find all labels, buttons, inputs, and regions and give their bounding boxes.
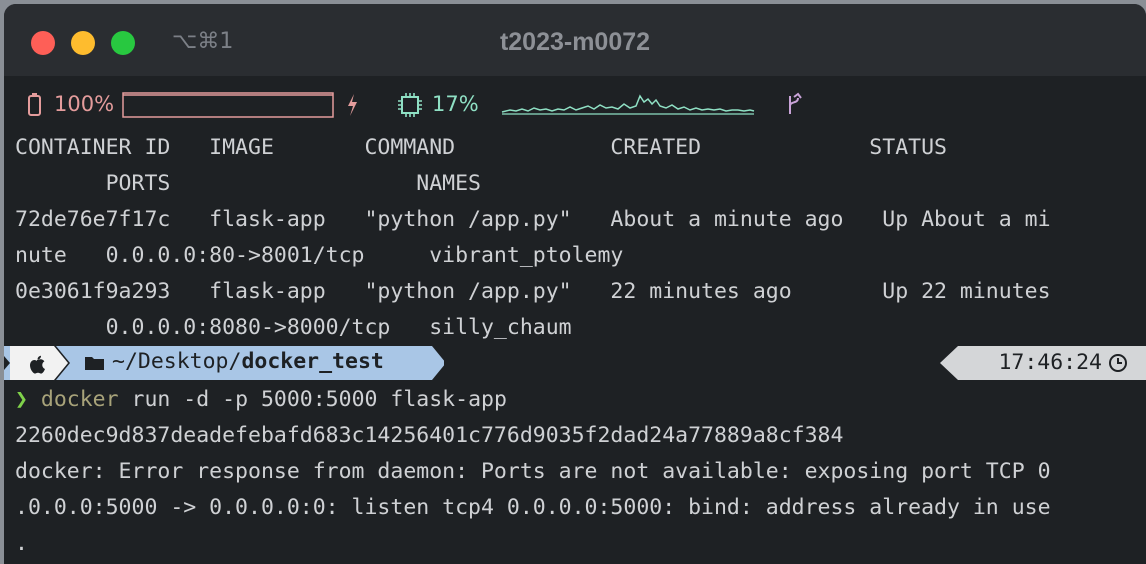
terminal-content[interactable]: 100% 17% CONTAINER ID IMAGE COMMAND CREA… bbox=[4, 76, 1146, 564]
path-prefix: ~/Desktop/ bbox=[112, 349, 242, 374]
status-bar: 100% 17% bbox=[4, 86, 1146, 122]
command-name: docker bbox=[40, 387, 119, 412]
error-line: .0.0.0:5000 -> 0.0.0.0:0: listen tcp4 0.… bbox=[15, 495, 1051, 520]
command-line[interactable]: ❯ docker run -d -p 5000:5000 flask-app bbox=[15, 382, 507, 418]
cpu-icon bbox=[398, 93, 422, 117]
prompt-symbol: ❯ bbox=[15, 387, 28, 412]
title-bar: ⌥⌘1 t2023-m0072 bbox=[4, 4, 1146, 76]
cpu-graph bbox=[501, 94, 755, 115]
prompt-path: ~/Desktop/docker_test bbox=[112, 345, 384, 379]
apple-icon bbox=[26, 352, 48, 380]
ps-row-line: 0.0.0.0:8080->8000/tcp silly_chaum bbox=[15, 315, 572, 340]
git-branch-icon bbox=[789, 92, 802, 114]
path-directory: docker_test bbox=[241, 349, 384, 374]
container-hash: 2260dec9d837deadefebafd683c14256401c776d… bbox=[15, 423, 844, 448]
ps-row-line: 72de76e7f17c flask-app "python /app.py" … bbox=[15, 207, 1051, 232]
window-title: t2023-m0072 bbox=[499, 28, 651, 56]
prompt-time: 17:46:24 bbox=[998, 350, 1102, 375]
clock-icon bbox=[1108, 353, 1128, 377]
ps-header-line-1: CONTAINER ID IMAGE COMMAND CREATED STATU… bbox=[15, 135, 947, 160]
error-line: . bbox=[15, 531, 28, 556]
ps-row-line: nute 0.0.0.0:80->8001/tcp vibrant_ptolem… bbox=[15, 243, 624, 268]
battery-icon bbox=[26, 86, 42, 122]
charging-bolt-icon bbox=[344, 86, 360, 122]
battery-percent: 100% bbox=[54, 92, 115, 116]
folder-icon bbox=[84, 353, 106, 377]
ps-header-line-2: PORTS NAMES bbox=[15, 171, 481, 196]
battery-graph bbox=[122, 92, 334, 118]
error-line: docker: Error response from daemon: Port… bbox=[15, 459, 1051, 484]
command-args: run -d -p 5000:5000 flask-app bbox=[118, 387, 507, 412]
prompt-bar: ~/Desktop/docker_test 17:46:24 bbox=[4, 346, 1146, 382]
ps-row-line: 0e3061f9a293 flask-app "python /app.py" … bbox=[15, 279, 1051, 304]
terminal-window: ⌥⌘1 t2023-m0072 100% 17% CONTAINER ID IM… bbox=[4, 4, 1146, 564]
cpu-percent: 17% bbox=[432, 92, 479, 116]
